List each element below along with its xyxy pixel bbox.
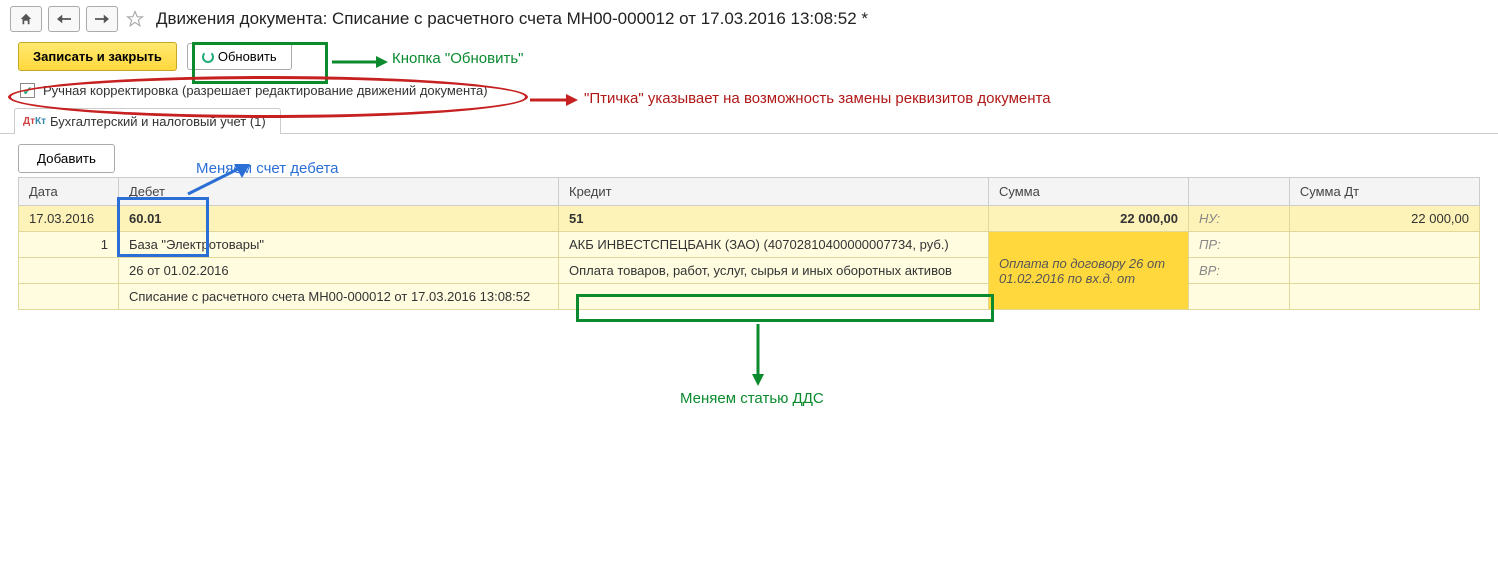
cell-date[interactable]: 17.03.2016 xyxy=(19,206,119,232)
refresh-label: Обновить xyxy=(218,49,277,64)
grid-toolbar: Добавить xyxy=(0,134,1498,177)
cell-debit-sub1[interactable]: База "Электротовары" xyxy=(119,232,559,258)
table-row[interactable]: 26 от 01.02.2016 Оплата товаров, работ, … xyxy=(19,258,1480,284)
grid-container: Дата Дебет Кредит Сумма Сумма Дт 17.03.2… xyxy=(0,177,1498,310)
cell-empty xyxy=(1289,284,1479,310)
col-sum[interactable]: Сумма xyxy=(989,178,1189,206)
header-row: Движения документа: Списание с расчетног… xyxy=(0,0,1498,38)
cell-debit-sub3[interactable]: Списание с расчетного счета МН00-000012 … xyxy=(119,284,559,310)
arrow-left-icon xyxy=(57,14,71,24)
cell-empty xyxy=(19,258,119,284)
col-tax-type[interactable] xyxy=(1189,178,1290,206)
tab-accounting[interactable]: ДтКт Бухгалтерский и налоговый учет (1) xyxy=(14,108,281,134)
col-date[interactable]: Дата xyxy=(19,178,119,206)
arrow-right-icon xyxy=(95,14,109,24)
col-debit[interactable]: Дебет xyxy=(119,178,559,206)
cell-sum-dt[interactable]: 22 000,00 xyxy=(1289,206,1479,232)
page-title: Движения документа: Списание с расчетног… xyxy=(156,9,868,29)
cell-empty xyxy=(1289,258,1479,284)
back-button[interactable] xyxy=(48,6,80,32)
manual-edit-label: Ручная корректировка (разрешает редактир… xyxy=(43,83,488,98)
cell-credit-sub2[interactable]: Оплата товаров, работ, услуг, сырья и ин… xyxy=(559,258,989,284)
col-credit[interactable]: Кредит xyxy=(559,178,989,206)
add-button[interactable]: Добавить xyxy=(18,144,115,173)
cell-debit-sub2[interactable]: 26 от 01.02.2016 xyxy=(119,258,559,284)
toolbar: Записать и закрыть Обновить xyxy=(0,38,1498,77)
cell-credit-sub1[interactable]: АКБ ИНВЕСТСПЕЦБАНК (ЗАО) (40702810400000… xyxy=(559,232,989,258)
refresh-icon xyxy=(202,51,214,63)
cell-vr-label: ВР: xyxy=(1189,258,1290,284)
cell-sum[interactable]: 22 000,00 xyxy=(989,206,1189,232)
manual-edit-checkbox[interactable]: ✓ xyxy=(20,83,35,98)
refresh-button[interactable]: Обновить xyxy=(187,43,292,70)
home-button[interactable] xyxy=(10,6,42,32)
cell-empty xyxy=(19,284,119,310)
table-header-row: Дата Дебет Кредит Сумма Сумма Дт xyxy=(19,178,1480,206)
dt-kt-icon: ДтКт xyxy=(23,116,46,127)
tab-accounting-label: Бухгалтерский и налоговый учет (1) xyxy=(50,114,266,129)
cell-empty xyxy=(559,284,989,310)
cell-rownum: 1 xyxy=(19,232,119,258)
table-row[interactable]: Списание с расчетного счета МН00-000012 … xyxy=(19,284,1480,310)
favorite-star-icon[interactable] xyxy=(124,8,146,30)
cell-empty xyxy=(1189,284,1290,310)
cell-payment-desc[interactable]: Оплата по договору 26 от 01.02.2016 по в… xyxy=(989,232,1189,310)
col-sumdt[interactable]: Сумма Дт xyxy=(1289,178,1479,206)
cell-pr-label: ПР: xyxy=(1189,232,1290,258)
home-icon xyxy=(19,12,33,26)
table-row[interactable]: 1 База "Электротовары" АКБ ИНВЕСТСПЕЦБАН… xyxy=(19,232,1480,258)
save-close-button[interactable]: Записать и закрыть xyxy=(18,42,177,71)
movements-table[interactable]: Дата Дебет Кредит Сумма Сумма Дт 17.03.2… xyxy=(18,177,1480,310)
tabs-row: ДтКт Бухгалтерский и налоговый учет (1) xyxy=(0,108,1498,134)
annotation-dds-text: Меняем статью ДДС xyxy=(680,390,824,407)
forward-button[interactable] xyxy=(86,6,118,32)
cell-debit-account[interactable]: 60.01 xyxy=(119,206,559,232)
annotation-arrow-icon xyxy=(748,324,768,386)
cell-credit-account[interactable]: 51 xyxy=(559,206,989,232)
cell-empty xyxy=(1289,232,1479,258)
manual-edit-row: ✓ Ручная корректировка (разрешает редакт… xyxy=(0,77,1498,108)
cell-nu-label: НУ: xyxy=(1189,206,1290,232)
table-row[interactable]: 17.03.2016 60.01 51 22 000,00 НУ: 22 000… xyxy=(19,206,1480,232)
